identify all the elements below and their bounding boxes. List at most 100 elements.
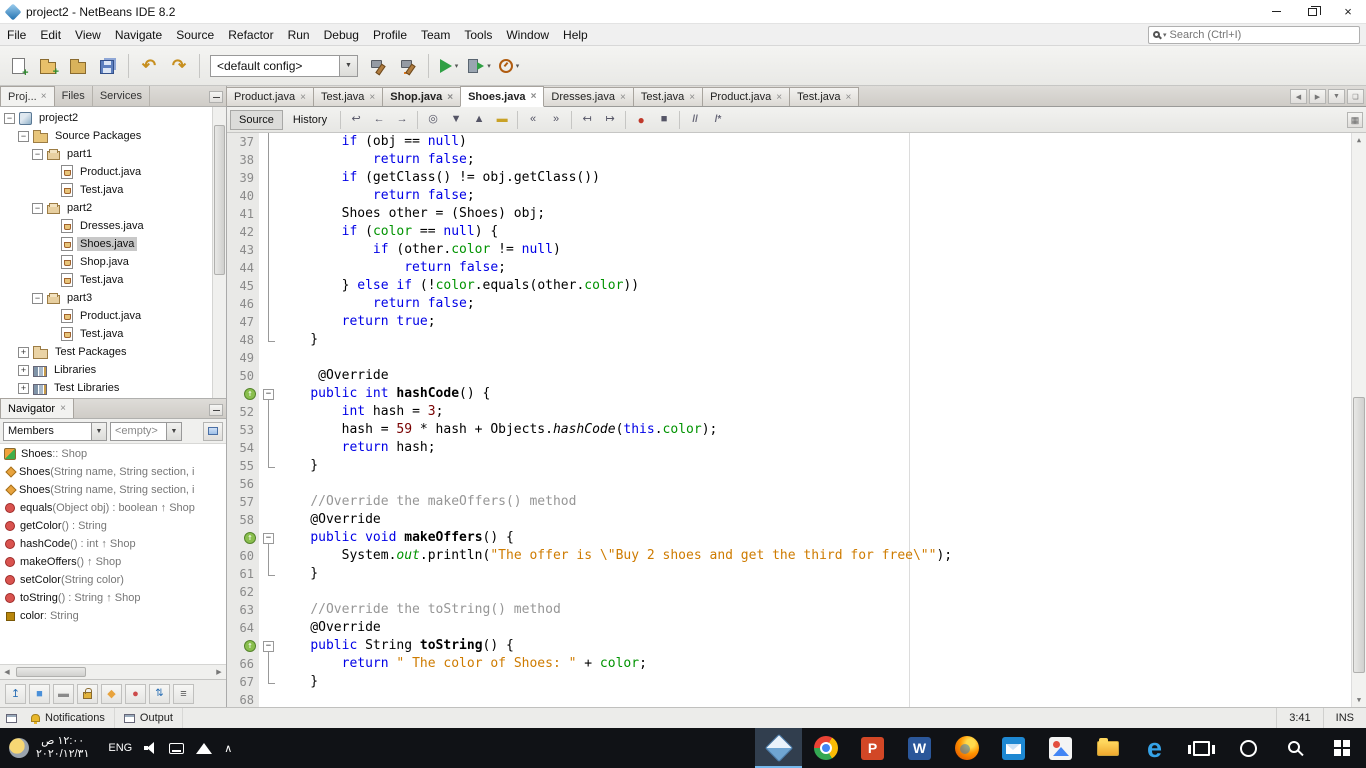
speaker-icon[interactable] <box>144 742 157 754</box>
minimize-panel-button[interactable] <box>209 91 223 103</box>
menu-team[interactable]: Team <box>414 25 457 45</box>
navigator-horizontal-scrollbar[interactable]: ◀ ▶ <box>0 664 226 679</box>
toolbar-save-all-button[interactable] <box>94 52 122 80</box>
code-line[interactable]: 61 } <box>227 565 1366 583</box>
collapse-icon[interactable]: − <box>32 202 43 214</box>
tree-item-test-java[interactable]: Test.java <box>0 325 226 343</box>
menu-view[interactable]: View <box>68 25 108 45</box>
code-line[interactable]: 67 } <box>227 673 1366 691</box>
code-line[interactable]: 54 return hash; <box>227 439 1366 457</box>
panel-tab-proj[interactable]: Proj... × <box>0 86 55 106</box>
tree-item-source-packages[interactable]: − Source Packages <box>0 127 226 145</box>
editor-back-button[interactable]: ← <box>368 110 390 130</box>
chevron-down-icon[interactable]: ▼ <box>339 55 357 76</box>
expand-icon[interactable]: + <box>18 364 29 376</box>
tree-item-part3[interactable]: − part3 <box>0 289 226 307</box>
tab-close-icon[interactable]: × <box>300 92 306 103</box>
source-view-button[interactable]: Source <box>230 109 283 130</box>
scroll-tabs-left-button[interactable]: ◀ <box>1290 89 1307 104</box>
code-line[interactable]: 40 return false; <box>227 187 1366 205</box>
cortana-taskbar-button[interactable] <box>1225 728 1272 768</box>
netbeans-taskbar-button[interactable] <box>755 728 802 768</box>
navigator-item[interactable]: getColor() : String <box>0 517 226 535</box>
code-line[interactable]: 50 @Override <box>227 367 1366 385</box>
tree-item-shop-java[interactable]: Shop.java <box>0 253 226 271</box>
toolbar-open-project-button[interactable] <box>64 52 92 80</box>
mail-taskbar-button[interactable] <box>990 728 1037 768</box>
notifications-tab[interactable]: Notifications <box>22 708 115 728</box>
show-inherited-button[interactable]: ↥ <box>5 683 26 704</box>
code-line[interactable]: 55 } <box>227 457 1366 475</box>
tree-item-product-java[interactable]: Product.java <box>0 307 226 325</box>
output-tab[interactable]: Output <box>115 708 183 728</box>
menu-edit[interactable]: Edit <box>33 25 68 45</box>
fold-toggle[interactable]: − <box>259 529 279 547</box>
scrollbar-thumb[interactable] <box>16 667 86 677</box>
tree-item-test-libraries[interactable]: + Test Libraries <box>0 379 226 397</box>
taskbar-clock[interactable]: ١٢:٠٠ ص ٢٠٢٠/١٢/٣١ <box>0 728 98 768</box>
editor-next-bookmark-button[interactable]: » <box>545 110 567 130</box>
word-taskbar-button[interactable]: W <box>896 728 943 768</box>
scope-filter-combobox[interactable]: <empty> ▼ <box>110 421 182 441</box>
panel-tab-services[interactable]: Services <box>93 86 150 106</box>
code-line[interactable]: 63 //Override the toString() method <box>227 601 1366 619</box>
restore-button[interactable] <box>1294 0 1330 23</box>
menu-navigate[interactable]: Navigate <box>108 25 169 45</box>
tab-close-icon[interactable]: × <box>689 92 695 103</box>
profile-dropdown-icon[interactable]: ▾ <box>516 62 520 70</box>
code-line[interactable]: 64 @Override <box>227 619 1366 637</box>
code-line[interactable]: 42 if (color == null) { <box>227 223 1366 241</box>
powerpoint-taskbar-button[interactable]: P <box>849 728 896 768</box>
task-view-taskbar-button[interactable] <box>1178 728 1225 768</box>
menu-refactor[interactable]: Refactor <box>221 25 280 45</box>
fold-toggle[interactable]: − <box>259 637 279 655</box>
toolbar-overflow-button[interactable]: ▦ <box>1347 112 1363 128</box>
editor-macro-start-button[interactable]: ● <box>630 110 652 130</box>
code-line[interactable]: 60 System.out.println("The offer is \"Bu… <box>227 547 1366 565</box>
navigator-item[interactable]: makeOffers() ↑ Shop <box>0 553 226 571</box>
navigator-item[interactable]: toString() : String ↑ Shop <box>0 589 226 607</box>
scroll-tabs-right-button[interactable]: ▶ <box>1309 89 1326 104</box>
start-taskbar-button[interactable] <box>1319 728 1366 768</box>
search-dropdown-icon[interactable]: ▾ <box>1163 31 1167 39</box>
debug-dropdown-icon[interactable]: ▾ <box>487 62 491 70</box>
editor-previous-bookmark-button[interactable]: « <box>522 110 544 130</box>
explorer-taskbar-button[interactable] <box>1084 728 1131 768</box>
navigator-item[interactable]: Shoes (String name, String section, i <box>0 463 226 481</box>
editor-last-edit-button[interactable]: ↩ <box>345 110 367 130</box>
editor-tab-test-java[interactable]: Test.java × <box>313 87 384 106</box>
editor-macro-stop-button[interactable]: ■ <box>653 110 675 130</box>
chevron-down-icon[interactable]: ▼ <box>91 422 106 440</box>
tab-close-icon[interactable]: × <box>41 91 47 102</box>
scroll-up-icon[interactable]: ▲ <box>1352 133 1366 147</box>
quick-search-box[interactable]: ▾ <box>1148 25 1360 44</box>
code-line[interactable]: 41 Shoes other = (Shoes) obj; <box>227 205 1366 223</box>
remote-status-icon[interactable] <box>0 713 22 723</box>
editor-tab-test-java[interactable]: Test.java × <box>789 87 860 106</box>
tree-item-test-java[interactable]: Test.java <box>0 271 226 289</box>
show-non-public-button[interactable] <box>77 683 98 704</box>
collapse-icon[interactable]: − <box>32 292 43 304</box>
code-line[interactable]: ↑ − public void makeOffers() { <box>227 529 1366 547</box>
tree-item-part1[interactable]: − part1 <box>0 145 226 163</box>
tab-close-icon[interactable]: × <box>369 92 375 103</box>
toolbar-profile-button[interactable]: ▾ <box>495 52 523 80</box>
editor-tab-shop-java[interactable]: Shop.java × <box>382 87 462 106</box>
navigator-item[interactable]: setColor (String color) <box>0 571 226 589</box>
tree-item-libraries[interactable]: + Libraries <box>0 361 226 379</box>
toolbar-run-button[interactable]: ▾ <box>435 52 463 80</box>
chevron-down-icon[interactable]: ▼ <box>166 422 181 440</box>
toolbar-build-button[interactable] <box>364 52 392 80</box>
editor-shift-right-button[interactable]: ↦ <box>599 110 621 130</box>
scrollbar-thumb[interactable] <box>1353 397 1365 673</box>
editor-uncomment-button[interactable]: /* <box>707 110 729 130</box>
code-line[interactable]: 53 hash = 59 * hash + Objects.hashCode(t… <box>227 421 1366 439</box>
tree-item-test-java[interactable]: Test.java <box>0 181 226 199</box>
scrollbar-thumb[interactable] <box>214 125 225 275</box>
sort-by-source-button[interactable]: ● <box>125 683 146 704</box>
code-line[interactable]: ↑ − public String toString() { <box>227 637 1366 655</box>
scrollbar-track[interactable] <box>14 665 212 679</box>
navigator-item[interactable]: color : String <box>0 607 226 625</box>
scroll-right-icon[interactable]: ▶ <box>212 668 226 676</box>
navigator-item[interactable]: Shoes (String name, String section, i <box>0 481 226 499</box>
